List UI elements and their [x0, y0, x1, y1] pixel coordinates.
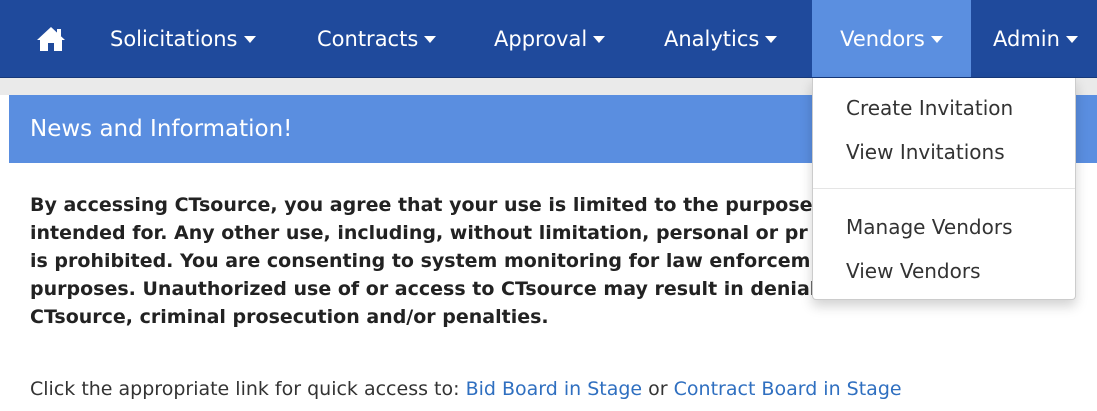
caret-down-icon [1065, 36, 1078, 43]
nav-analytics[interactable]: Analytics [664, 0, 778, 77]
notice-line: intended for. Any other use, including, … [30, 222, 808, 244]
menu-item-manage-vendors[interactable]: Manage Vendors [846, 215, 1012, 239]
vendors-dropdown-menu: Create Invitation View Invitations Manag… [812, 78, 1076, 300]
nav-label-analytics: Analytics [664, 26, 760, 51]
caret-down-icon [424, 36, 437, 43]
menu-divider [813, 188, 1075, 189]
home-icon [37, 26, 65, 51]
caret-down-icon [765, 36, 778, 43]
nav-admin[interactable]: Admin [993, 0, 1078, 77]
top-navbar: Solicitations Contracts Approval Analyti… [0, 0, 1097, 78]
nav-label-solicitations: Solicitations [110, 26, 238, 51]
nav-label-admin: Admin [993, 26, 1060, 51]
nav-label-approval: Approval [494, 26, 588, 51]
quick-access-label: Click the appropriate link for quick acc… [30, 378, 460, 400]
menu-item-view-invitations[interactable]: View Invitations [846, 140, 1005, 164]
notice-line: CTsource, criminal prosecution and/or pe… [30, 306, 549, 328]
caret-down-icon [593, 36, 606, 43]
nav-approval[interactable]: Approval [494, 0, 606, 77]
home-link[interactable] [32, 0, 70, 77]
nav-contracts[interactable]: Contracts [317, 0, 437, 77]
bid-board-link[interactable]: Bid Board in Stage [466, 378, 643, 400]
quick-access-or: or [648, 378, 668, 400]
menu-item-create-invitation[interactable]: Create Invitation [846, 96, 1013, 120]
contract-board-link[interactable]: Contract Board in Stage [674, 378, 902, 400]
panel-title: News and Information! [30, 116, 293, 142]
caret-down-icon [930, 36, 943, 43]
caret-down-icon [243, 36, 256, 43]
nav-label-contracts: Contracts [317, 26, 419, 51]
nav-vendors[interactable]: Vendors [812, 0, 971, 77]
quick-access-text: Click the appropriate link for quick acc… [30, 375, 1090, 403]
notice-line: is prohibited. You are consenting to sys… [30, 250, 811, 272]
menu-item-view-vendors[interactable]: View Vendors [846, 259, 981, 283]
nav-label-vendors: Vendors [840, 26, 925, 51]
notice-line: By accessing CTsource, you agree that yo… [30, 194, 813, 216]
nav-solicitations[interactable]: Solicitations [110, 0, 256, 77]
